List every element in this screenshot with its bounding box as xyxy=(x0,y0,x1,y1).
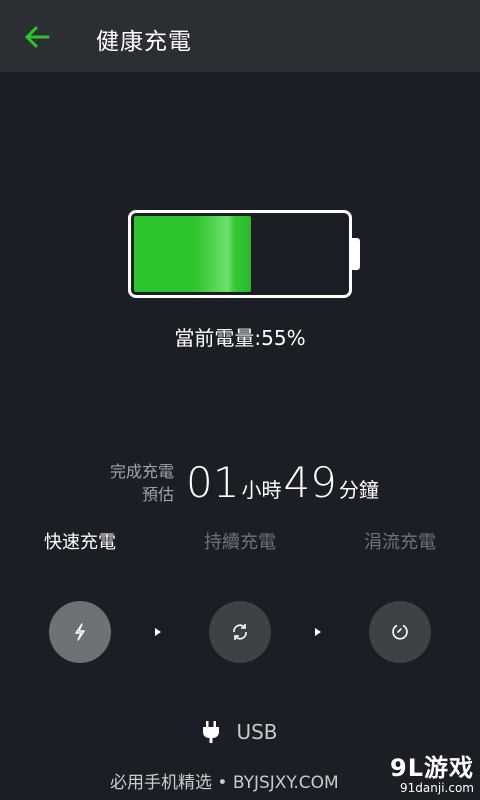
continuous-charge-button[interactable] xyxy=(209,601,271,663)
trickle-icon xyxy=(392,624,408,640)
trickle-charge-button[interactable] xyxy=(369,601,431,663)
estimate-label-line2: 預估 xyxy=(141,485,174,504)
watermark-name: 9L游戏 xyxy=(390,754,474,782)
footer-text: 必用手机精选 • BYJSJXY.COM xyxy=(110,773,339,793)
mode-fast-charge[interactable]: 快速充電 xyxy=(10,528,150,554)
refresh-icon xyxy=(233,624,247,640)
battery-cap xyxy=(352,238,360,270)
plug-icon xyxy=(203,721,220,743)
mode-continuous-charge[interactable]: 持續充電 xyxy=(170,528,310,554)
power-source-label: USB xyxy=(236,720,278,744)
lightning-icon xyxy=(75,623,85,641)
step-arrow-icon xyxy=(155,628,161,636)
app-bar: 健康充電 xyxy=(0,0,480,72)
estimate-label: 完成充電 預估 xyxy=(110,460,174,506)
mode-trickle-charge[interactable]: 涓流充電 xyxy=(330,528,470,554)
power-source: USB xyxy=(0,720,480,744)
estimate-hours-unit: 小時 xyxy=(241,478,282,502)
battery-level-value: :55% xyxy=(254,326,306,350)
step-arrow-icon xyxy=(315,628,321,636)
charge-modes: 快速充電 持續充電 涓流充電 xyxy=(0,528,480,558)
back-arrow-icon[interactable] xyxy=(22,22,52,52)
battery-fill xyxy=(134,216,251,292)
page-title: 健康充電 xyxy=(96,29,192,55)
battery-level-text: 當前電量:55% xyxy=(0,322,480,351)
estimate-minutes: 49 xyxy=(283,458,337,507)
estimate-hours: 01 xyxy=(186,458,240,507)
estimate-label-line1: 完成充電 xyxy=(109,462,174,481)
battery-indicator xyxy=(128,210,352,298)
watermark: 9L游戏 91danji.com xyxy=(390,748,474,795)
battery-level-label: 當前電量 xyxy=(174,326,255,350)
watermark-url: 91danji.com xyxy=(400,781,474,795)
estimate-minutes-unit: 分鐘 xyxy=(338,478,379,502)
fast-charge-button[interactable] xyxy=(49,601,111,663)
estimate-time: 01 小時 49 分鐘 xyxy=(186,458,381,507)
